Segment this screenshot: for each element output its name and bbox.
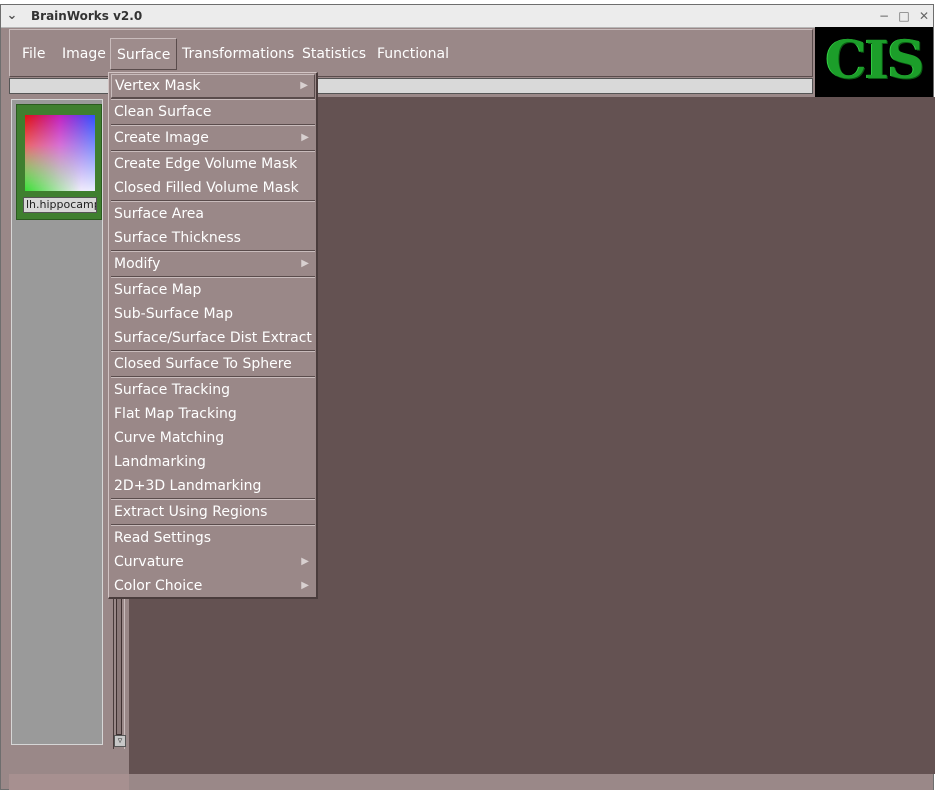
thumbnail-panel: lh.hippocamp — [11, 99, 103, 745]
window-menu-chevron-icon[interactable]: ⌄ — [4, 8, 20, 24]
dropdown-item-label: Color Choice — [114, 578, 203, 594]
dropdown-item-closed-filled-volume-mask[interactable]: Closed Filled Volume Mask — [111, 176, 315, 200]
dropdown-item-closed-surface-to-sphere[interactable]: Closed Surface To Sphere — [111, 352, 315, 376]
surface-thumbnail[interactable]: lh.hippocamp — [16, 104, 102, 220]
close-button[interactable]: ✕ — [915, 7, 933, 25]
menu-surface[interactable]: Surface — [110, 38, 178, 70]
dropdown-item-flat-map-tracking[interactable]: Flat Map Tracking — [111, 402, 315, 426]
status-segment — [9, 774, 129, 790]
dropdown-item-vertex-mask[interactable]: Vertex Mask ▶ — [111, 74, 315, 98]
dropdown-item-2d-3d-landmarking[interactable]: 2D+3D Landmarking — [111, 474, 315, 498]
dropdown-item-label: Landmarking — [114, 454, 206, 470]
dropdown-item-label: Surface/Surface Dist Extract — [114, 330, 312, 346]
cis-logo: CIS — [815, 27, 933, 97]
dropdown-item-label: 2D+3D Landmarking — [114, 478, 262, 494]
menu-bar: File Image Surface Transformations Stati… — [9, 29, 813, 77]
dropdown-item-label: Curvature — [114, 554, 184, 570]
dropdown-item-label: Closed Filled Volume Mask — [114, 180, 299, 196]
dropdown-item-landmarking[interactable]: Landmarking — [111, 450, 315, 474]
dropdown-item-clean-surface[interactable]: Clean Surface — [111, 100, 315, 124]
dropdown-item-label: Closed Surface To Sphere — [114, 356, 292, 372]
dropdown-item-curve-matching[interactable]: Curve Matching — [111, 426, 315, 450]
dropdown-item-modify[interactable]: Modify ▶ — [111, 252, 315, 276]
dropdown-item-label: Vertex Mask — [115, 78, 201, 94]
menu-file[interactable]: File — [16, 38, 51, 70]
menu-statistics[interactable]: Statistics — [296, 38, 372, 70]
dropdown-item-label: Create Edge Volume Mask — [114, 156, 298, 172]
maximize-button[interactable]: □ — [895, 7, 913, 25]
dropdown-item-label: Surface Map — [114, 282, 202, 298]
surface-dropdown-menu: Vertex Mask ▶ Clean Surface Create Image ▶ Cr… — [108, 72, 318, 599]
menu-transformations[interactable]: Transformations — [176, 38, 300, 70]
submenu-arrow-icon: ▶ — [301, 580, 309, 591]
dropdown-item-extract-using-regions[interactable]: Extract Using Regions — [111, 500, 315, 524]
submenu-arrow-icon: ▶ — [301, 556, 309, 567]
dropdown-item-label: Sub-Surface Map — [114, 306, 234, 322]
dropdown-item-create-edge-volume-mask[interactable]: Create Edge Volume Mask — [111, 152, 315, 176]
dropdown-item-label: Curve Matching — [114, 430, 225, 446]
dropdown-item-label: Surface Area — [114, 206, 205, 222]
cis-logo-text: CIS — [825, 30, 924, 91]
minimize-button[interactable]: − — [875, 7, 893, 25]
submenu-arrow-icon: ▶ — [300, 80, 308, 91]
dropdown-item-label: Modify — [114, 256, 161, 272]
status-bar — [9, 774, 933, 790]
dropdown-item-read-settings[interactable]: Read Settings — [111, 526, 315, 550]
dropdown-item-label: Create Image — [114, 130, 209, 146]
dropdown-item-surface-thickness[interactable]: Surface Thickness — [111, 226, 315, 250]
dropdown-item-label: Surface Tracking — [114, 382, 231, 398]
dropdown-item-label: Read Settings — [114, 530, 212, 546]
dropdown-item-surface-surface-dist-extract[interactable]: Surface/Surface Dist Extract — [111, 326, 315, 350]
dropdown-item-label: Extract Using Regions — [114, 504, 268, 520]
dropdown-item-create-image[interactable]: Create Image ▶ — [111, 126, 315, 150]
dropdown-item-color-choice[interactable]: Color Choice ▶ — [111, 574, 315, 598]
submenu-arrow-icon: ▶ — [301, 258, 309, 269]
dropdown-item-label: Flat Map Tracking — [114, 406, 237, 422]
dropdown-item-label: Clean Surface — [114, 104, 212, 120]
dropdown-item-curvature[interactable]: Curvature ▶ — [111, 550, 315, 574]
submenu-arrow-icon: ▶ — [301, 132, 309, 143]
menu-functional[interactable]: Functional — [371, 38, 455, 70]
scroll-down-arrow-icon[interactable]: ▿ — [114, 735, 126, 747]
dropdown-item-surface-area[interactable]: Surface Area — [111, 202, 315, 226]
window-title: BrainWorks v2.0 — [31, 9, 143, 23]
color-gradient-preview — [25, 115, 95, 191]
title-bar: ⌄ BrainWorks v2.0 − □ ✕ — [1, 5, 933, 28]
dropdown-item-sub-surface-map[interactable]: Sub-Surface Map — [111, 302, 315, 326]
thumbnail-label: lh.hippocamp — [23, 197, 97, 213]
dropdown-item-surface-tracking[interactable]: Surface Tracking — [111, 378, 315, 402]
menu-image[interactable]: Image — [56, 38, 112, 70]
dropdown-item-label: Surface Thickness — [114, 230, 241, 246]
dropdown-item-surface-map[interactable]: Surface Map — [111, 278, 315, 302]
